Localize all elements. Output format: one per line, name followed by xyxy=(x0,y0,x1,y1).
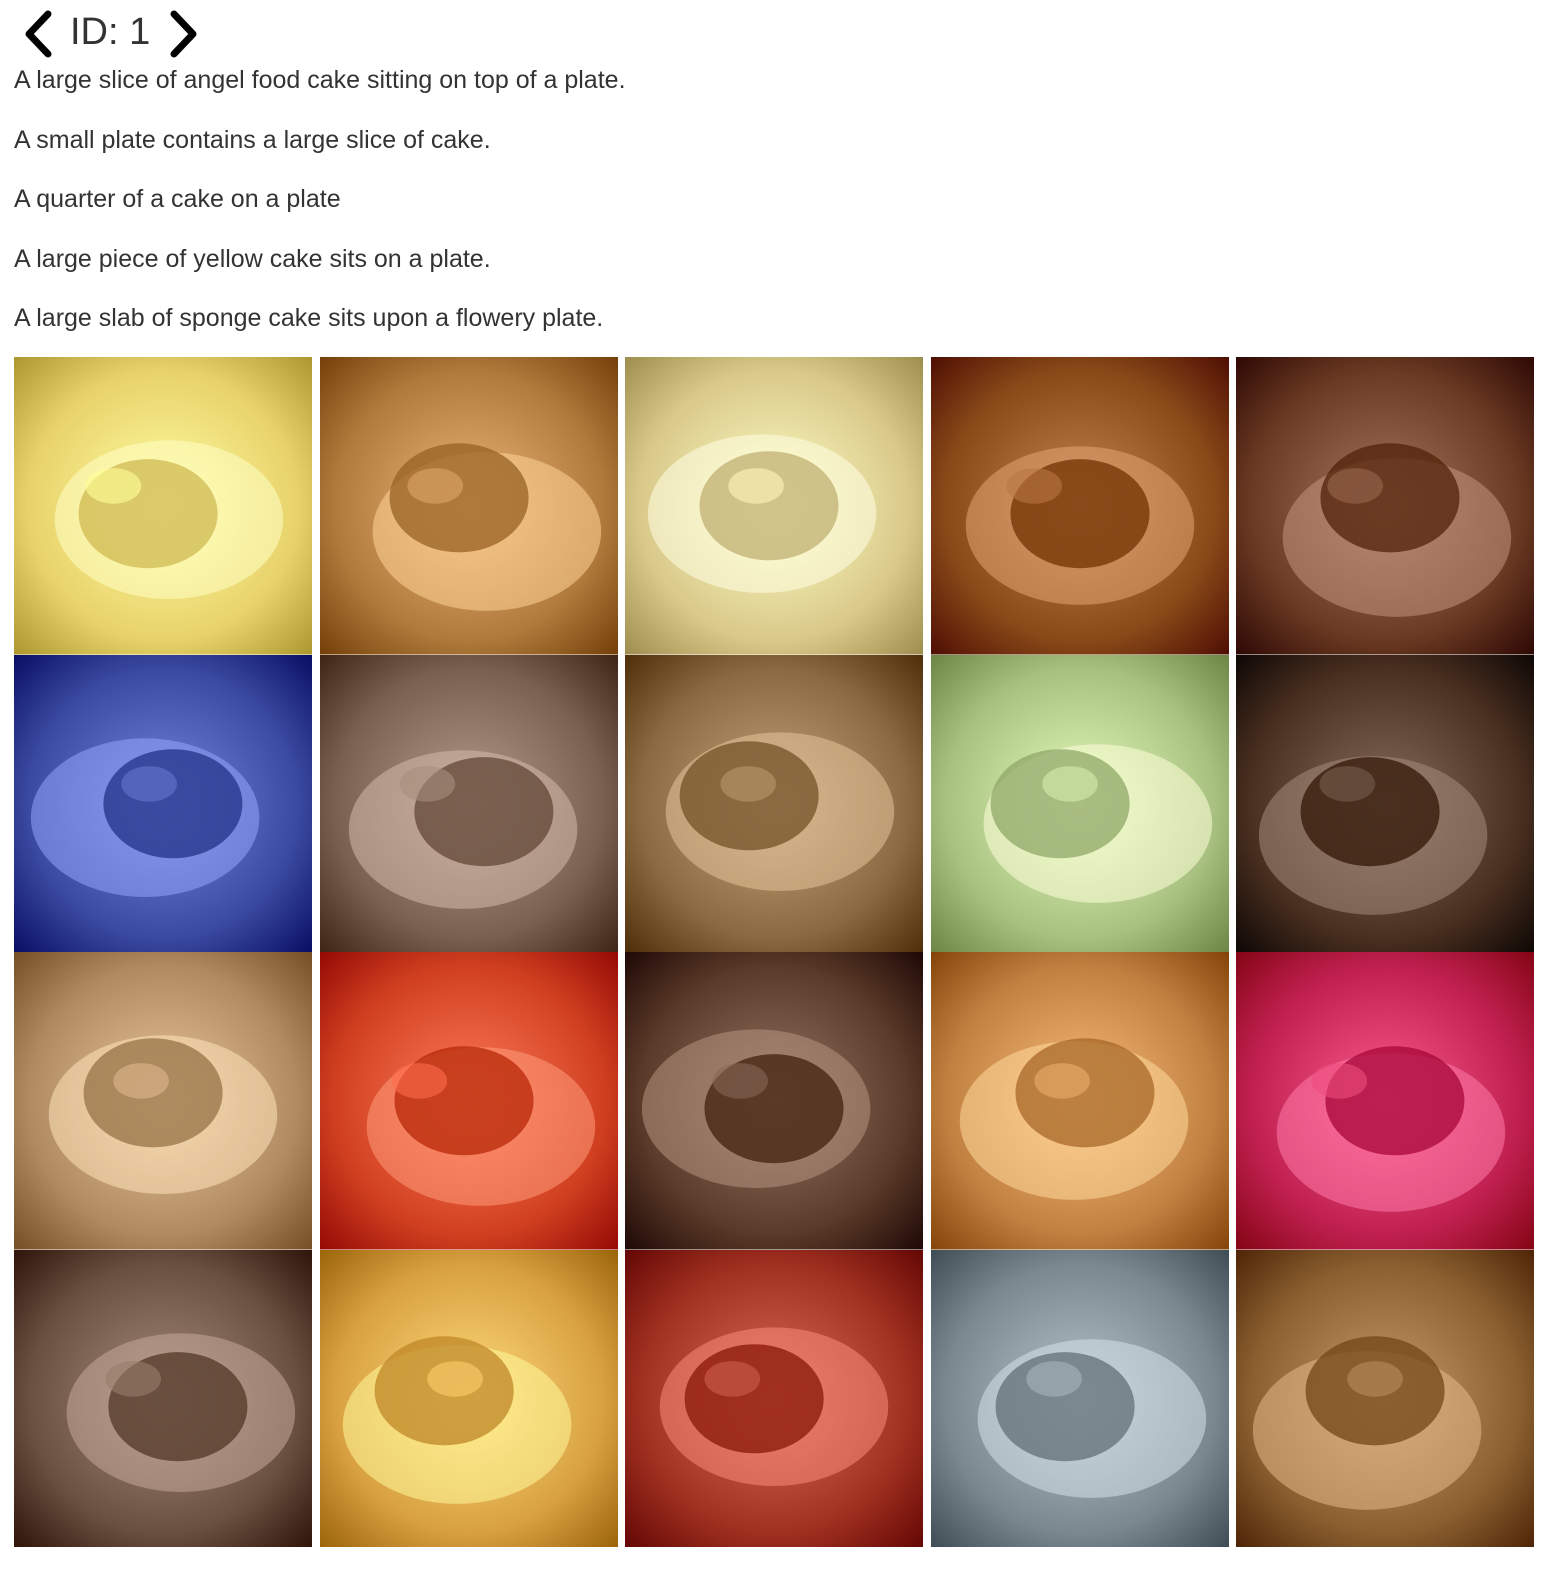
image-thumbnail[interactable] xyxy=(930,1249,1229,1547)
next-button[interactable] xyxy=(164,7,204,61)
food-photo xyxy=(1236,1249,1534,1547)
food-photo xyxy=(14,357,312,655)
image-thumbnail[interactable] xyxy=(930,357,1229,655)
previous-button[interactable] xyxy=(18,7,58,61)
image-thumbnail[interactable] xyxy=(14,357,312,655)
image-thumbnail[interactable] xyxy=(319,952,618,1250)
caption: A small plate contains a large slice of … xyxy=(14,125,491,154)
food-photo xyxy=(319,654,618,952)
food-photo xyxy=(625,952,923,1250)
image-thumbnail[interactable] xyxy=(14,952,312,1250)
image-thumbnail[interactable] xyxy=(625,654,923,952)
caption: A large piece of yellow cake sits on a p… xyxy=(14,244,491,273)
image-thumbnail[interactable] xyxy=(625,357,923,655)
image-id-label: ID: 1 xyxy=(70,10,151,53)
food-photo xyxy=(319,952,618,1250)
food-photo xyxy=(930,357,1229,655)
food-photo xyxy=(625,654,923,952)
image-thumbnail[interactable] xyxy=(14,1249,312,1547)
food-photo xyxy=(1236,952,1534,1250)
image-thumbnail[interactable] xyxy=(14,654,312,952)
food-photo xyxy=(930,952,1229,1250)
food-photo xyxy=(14,952,312,1250)
caption: A large slice of angel food cake sitting… xyxy=(14,66,626,94)
image-thumbnail[interactable] xyxy=(625,1249,923,1547)
food-photo xyxy=(14,654,312,952)
image-thumbnail[interactable] xyxy=(1236,952,1534,1250)
food-photo xyxy=(319,357,618,655)
image-thumbnail[interactable] xyxy=(1236,357,1534,655)
chevron-left-icon xyxy=(25,10,52,58)
image-thumbnail[interactable] xyxy=(625,952,923,1250)
image-grid xyxy=(14,357,1534,1547)
food-photo xyxy=(930,1249,1229,1547)
food-photo xyxy=(1236,357,1534,655)
food-photo xyxy=(930,654,1229,952)
chevron-right-icon xyxy=(170,10,197,58)
image-thumbnail[interactable] xyxy=(1236,654,1534,952)
caption: A quarter of a cake on a plate xyxy=(14,185,341,213)
food-photo xyxy=(625,357,923,655)
food-photo xyxy=(319,1249,618,1547)
image-thumbnail[interactable] xyxy=(319,357,618,655)
image-thumbnail[interactable] xyxy=(930,654,1229,952)
food-photo xyxy=(14,1249,312,1547)
image-thumbnail[interactable] xyxy=(319,654,618,952)
image-thumbnail[interactable] xyxy=(1236,1249,1534,1547)
image-thumbnail[interactable] xyxy=(319,1249,618,1547)
image-navigation: ID: 1 xyxy=(18,4,204,64)
food-photo xyxy=(1236,654,1534,952)
caption: A large slab of sponge cake sits upon a … xyxy=(14,304,604,332)
food-photo xyxy=(625,1249,923,1547)
image-thumbnail[interactable] xyxy=(930,952,1229,1250)
caption-list: A large slice of angel food cake sitting… xyxy=(14,60,1214,358)
